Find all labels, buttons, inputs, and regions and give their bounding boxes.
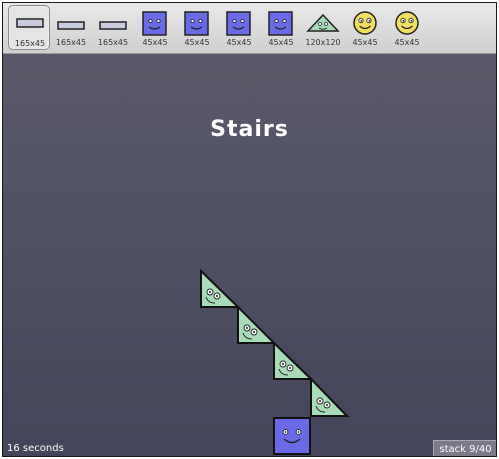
- triangle-block-3[interactable]: [273, 340, 314, 380]
- play-area: [200, 268, 350, 455]
- blue-square-block[interactable]: [273, 417, 311, 455]
- triangle-block-1[interactable]: [200, 268, 241, 308]
- timer-readout: 16 seconds: [7, 443, 64, 454]
- triangle-block-2[interactable]: [237, 304, 277, 344]
- game-frame: 165x45 165x45 165x45 45x45 45x45 45x45 4…: [2, 2, 497, 457]
- triangle-block-4[interactable]: [310, 376, 350, 417]
- stack-counter: stack 9/40: [433, 440, 496, 456]
